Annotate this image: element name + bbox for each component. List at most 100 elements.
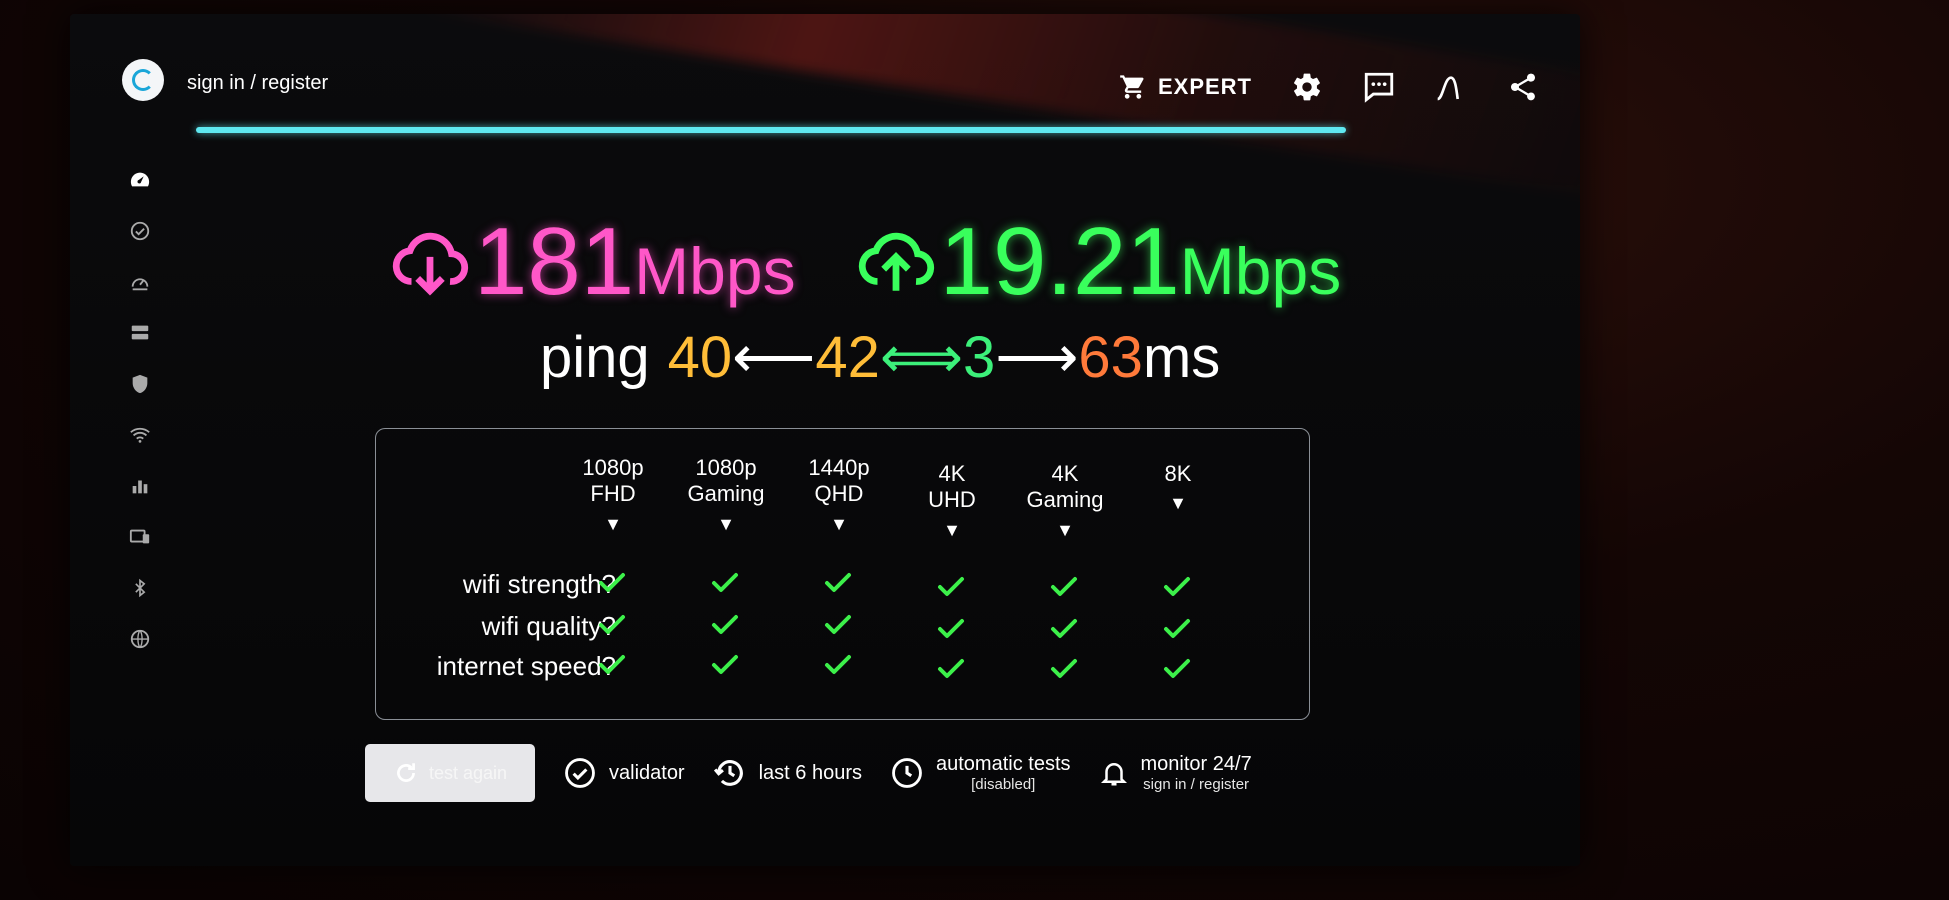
test-again-button[interactable]: test again <box>365 744 535 802</box>
check-icon <box>711 654 739 676</box>
expert-label: EXPERT <box>1157 74 1252 99</box>
column-1080p-fhd[interactable]: 1080p FHD ▼ <box>558 455 668 535</box>
validator-label: validator <box>609 761 685 784</box>
check-icon <box>1050 576 1078 598</box>
dropdown-arrow-icon: ▼ <box>717 513 735 534</box>
check-icon <box>824 654 852 676</box>
ping-jitter: 3 <box>963 325 996 390</box>
column-label-2: QHD <box>814 481 864 507</box>
expert-button[interactable]: EXPERT <box>1118 73 1252 101</box>
column-label-2: 8K <box>1164 461 1192 486</box>
check-icon <box>1050 658 1078 680</box>
column-1080p-gaming[interactable]: 1080p Gaming ▼ <box>671 455 781 535</box>
gear-icon <box>1294 73 1320 101</box>
app-logo[interactable] <box>122 59 164 101</box>
check-icon <box>598 614 626 636</box>
check-icon <box>824 572 852 594</box>
share-button[interactable] <box>1506 70 1540 104</box>
app-screen: sign in / register EXPERT 181 Mbps 19.21… <box>70 14 1580 866</box>
check-icon <box>598 572 626 594</box>
download-icon <box>392 232 469 296</box>
chat-icon <box>1364 72 1394 103</box>
server-icon <box>131 325 149 339</box>
globe-icon <box>130 629 150 648</box>
monitor-sub-link[interactable]: sign in / register <box>1143 776 1249 793</box>
upload-result: 19.21 Mbps <box>856 208 1342 315</box>
ping-arrow-both: ⟺ <box>879 325 963 390</box>
quality-matrix: 1080p FHD ▼ 1080p Gaming ▼ 1440p QHD ▼ 4… <box>375 428 1310 720</box>
refresh-icon <box>397 763 415 782</box>
dropdown-arrow-icon: ▼ <box>1169 493 1187 514</box>
row-label-wifi-quality[interactable]: wifi quality? <box>376 611 616 642</box>
shield-icon <box>132 374 148 393</box>
screen-glare <box>428 14 1580 215</box>
row-label-internet-speed[interactable]: internet speed? <box>376 651 616 682</box>
column-label-1: 4K <box>938 461 966 486</box>
ping-max: 63 <box>1078 325 1143 390</box>
ping-min: 40 <box>667 325 733 390</box>
signin-link[interactable]: sign in / register <box>187 72 328 95</box>
dropdown-arrow-icon: ▼ <box>604 513 622 534</box>
sidebar-item-bluetooth[interactable] <box>120 562 160 613</box>
check-icon <box>1163 658 1191 680</box>
speedometer-icon <box>130 172 150 186</box>
sidebar <box>120 154 160 664</box>
validator-button[interactable]: validator <box>563 756 685 790</box>
automatic-tests-button[interactable]: automatic tests [disabled] <box>890 753 1071 793</box>
monitor-button[interactable]: monitor 24/7 sign in / register <box>1099 753 1252 793</box>
history-button[interactable]: last 6 hours <box>713 756 862 790</box>
speed-history-icon <box>131 277 149 290</box>
sidebar-item-history[interactable] <box>120 256 160 307</box>
sidebar-item-devices[interactable] <box>120 511 160 562</box>
wifi-icon <box>130 427 150 443</box>
ping-unit: ms <box>1142 325 1221 390</box>
settings-button[interactable] <box>1290 70 1324 104</box>
upload-unit: Mbps <box>1179 234 1342 308</box>
check-icon <box>1163 576 1191 598</box>
dropdown-arrow-icon: ▼ <box>1056 519 1074 540</box>
download-value: 181 <box>474 208 635 315</box>
automatic-tests-status: [disabled] <box>971 775 1036 793</box>
check-circle-icon <box>565 758 595 788</box>
bell-icon <box>1100 763 1127 786</box>
download-result: 181 Mbps <box>390 214 796 310</box>
column-label-2: Gaming <box>1026 487 1104 513</box>
bottom-actions: test again validator last 6 hours automa… <box>365 744 1252 802</box>
row-label-wifi-strength[interactable]: wifi strength? <box>376 569 616 600</box>
column-4k-uhd[interactable]: 4K UHD ▼ <box>897 461 1007 541</box>
check-icon <box>711 614 739 636</box>
check-icon <box>1163 618 1191 640</box>
column-1440p-qhd[interactable]: 1440p QHD ▼ <box>784 455 894 535</box>
sidebar-item-speedtest[interactable] <box>120 154 160 205</box>
test-progress-bar <box>196 127 1346 133</box>
graph-button[interactable] <box>1434 70 1468 104</box>
column-4k-gaming[interactable]: 4K Gaming ▼ <box>1010 461 1120 541</box>
upload-icon <box>858 232 934 291</box>
sidebar-item-wifi[interactable] <box>120 409 160 460</box>
bluetooth-icon <box>135 578 146 597</box>
bar-chart-icon <box>132 480 148 493</box>
check-icon <box>937 576 965 598</box>
sidebar-item-validator[interactable] <box>120 205 160 256</box>
column-label-2: FHD <box>590 481 636 507</box>
column-8k[interactable]: 8K ▼ <box>1123 461 1233 515</box>
share-icon <box>1511 73 1535 101</box>
check-icon <box>1050 618 1078 640</box>
sidebar-item-servers[interactable] <box>120 307 160 358</box>
check-icon <box>937 658 965 680</box>
upload-value: 19.21 <box>939 208 1180 315</box>
sidebar-item-globe[interactable] <box>120 613 160 664</box>
check-icon <box>824 614 852 636</box>
history-label: last 6 hours <box>758 761 862 784</box>
graph-icon <box>1437 76 1459 101</box>
column-label-1: 1440p <box>808 455 870 480</box>
feedback-button[interactable] <box>1362 70 1396 104</box>
sidebar-item-stats[interactable] <box>120 460 160 511</box>
devices-icon <box>129 529 150 543</box>
history-icon <box>713 760 743 786</box>
dropdown-arrow-icon: ▼ <box>943 519 961 540</box>
sidebar-item-security[interactable] <box>120 358 160 409</box>
column-label-1: 4K <box>1051 461 1079 486</box>
check-icon <box>937 618 965 640</box>
speed-results: 181 Mbps 19.21 Mbps <box>390 214 1341 310</box>
